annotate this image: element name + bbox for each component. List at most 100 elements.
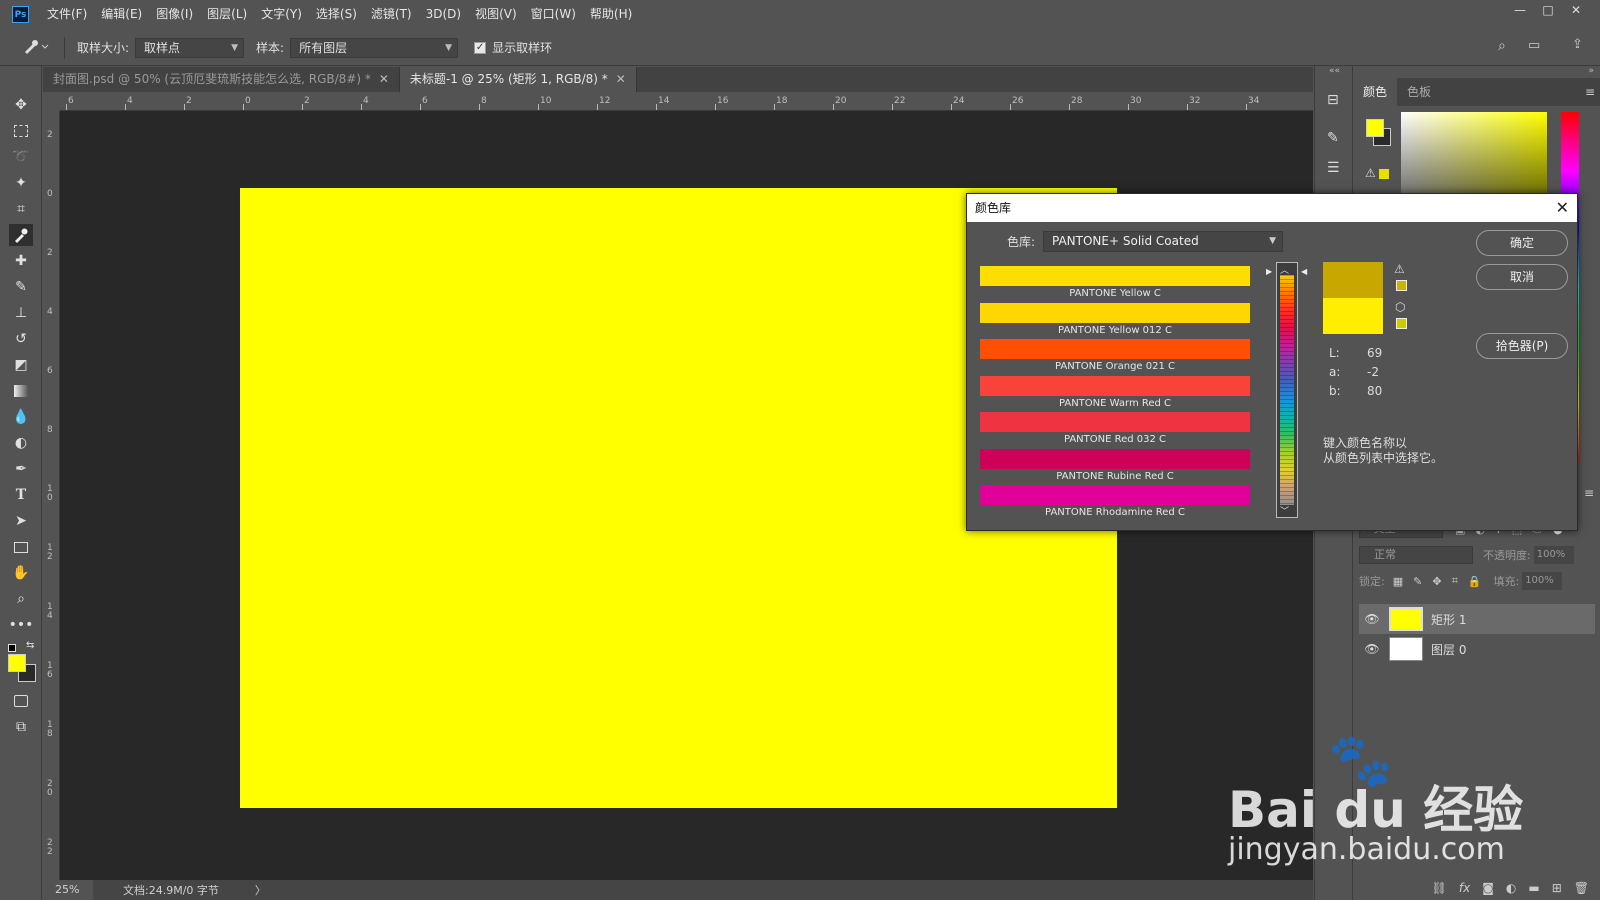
new-group-icon[interactable]: ▬ (1528, 881, 1539, 895)
healing-brush-tool-icon[interactable]: ✚ (9, 250, 33, 272)
close-button[interactable]: ✕ (1562, 0, 1590, 20)
crop-tool-icon[interactable]: ⌗ (9, 198, 33, 220)
expand-icon[interactable]: » (1588, 66, 1594, 76)
brush-settings-icon[interactable]: ✎ (1327, 130, 1339, 146)
color-spectrum-slider[interactable]: ︿ ﹀ (1276, 262, 1298, 518)
sample-select[interactable]: 所有图层 ▼ (290, 37, 459, 58)
swatch-color-bar[interactable] (980, 412, 1250, 432)
tab-swatches[interactable]: 色板 (1397, 78, 1441, 106)
delete-layer-icon[interactable]: 🗑 (1574, 881, 1589, 895)
gradient-tool-icon[interactable] (9, 380, 33, 402)
show-ring-checkbox[interactable]: ✓ (474, 41, 487, 54)
menu-select[interactable]: 选择(S) (309, 0, 364, 28)
panel-menu-icon[interactable]: ≡ (1585, 78, 1595, 106)
menu-help[interactable]: 帮助(H) (583, 0, 639, 28)
chevron-right-icon[interactable]: 〉 (255, 882, 266, 898)
screen-mode-icon[interactable]: ⧉ (9, 716, 33, 738)
marquee-tool-icon[interactable] (9, 120, 33, 142)
menu-filter[interactable]: 滤镜(T) (364, 0, 419, 28)
vertical-ruler[interactable]: 2 0 2 4 6 8 1 0 1 2 1 4 1 6 1 8 2 0 2 2 (43, 111, 60, 888)
history-panel-icon[interactable]: ⊟ (1327, 92, 1339, 108)
menu-window[interactable]: 窗口(W) (524, 0, 583, 28)
adjustment-layer-icon[interactable]: ◐ (1506, 881, 1516, 895)
blend-mode-select[interactable]: 正常 (1359, 546, 1473, 564)
fill-value[interactable]: 100% (1522, 572, 1563, 590)
swap-colors-icon[interactable]: ⇆ (26, 640, 34, 651)
layer-row-rectangle-1[interactable]: 👁 矩形 1 (1359, 604, 1595, 634)
scroll-down-icon[interactable]: ﹀ (1280, 504, 1289, 517)
magic-wand-tool-icon[interactable]: ✦ (9, 172, 33, 194)
gamut-fix-swatch[interactable] (1396, 280, 1407, 291)
rectangle-tool-icon[interactable] (9, 536, 33, 558)
path-selection-tool-icon[interactable]: ➤ (9, 510, 33, 532)
type-tool-icon[interactable]: T (9, 484, 33, 506)
history-brush-tool-icon[interactable]: ↺ (9, 328, 33, 350)
tab-color[interactable]: 颜色 (1353, 78, 1398, 106)
zoom-level[interactable]: 25% (43, 880, 93, 900)
menu-edit[interactable]: 编辑(E) (94, 0, 149, 28)
lock-position-icon[interactable]: ✥ (1432, 575, 1441, 588)
search-icon[interactable]: ⌕ (1498, 38, 1506, 54)
lock-artboard-icon[interactable]: ⌗ (1452, 574, 1458, 588)
stamp-tool-icon[interactable]: ⊥ (9, 302, 33, 324)
maximize-button[interactable]: □ (1534, 0, 1562, 20)
swatch-color-bar[interactable] (980, 266, 1250, 286)
close-icon[interactable]: ✕ (1556, 194, 1569, 222)
hand-tool-icon[interactable]: ✋ (9, 562, 33, 584)
layers-panel-menu-icon[interactable]: ≡ (1584, 486, 1594, 500)
more-tools-icon[interactable]: ••• (9, 614, 34, 636)
collapse-icon[interactable]: «« (1329, 66, 1340, 76)
layer-row-layer-0[interactable]: 👁 图层 0 (1359, 634, 1595, 664)
library-select[interactable]: PANTONE+ Solid Coated ▼ (1043, 231, 1283, 252)
eyedropper-preset-icon[interactable] (22, 38, 58, 58)
swatch-color-bar[interactable] (980, 375, 1250, 396)
cancel-button[interactable]: 取消 (1476, 264, 1568, 290)
eraser-tool-icon[interactable]: ◩ (9, 354, 33, 376)
add-mask-icon[interactable]: ◙ (1482, 881, 1494, 895)
tab-cover-psd[interactable]: 封面图.psd @ 50% (云顶厄斐琉斯技能怎么选, RGB/8#) * ✕ (43, 67, 400, 92)
adjustments-icon[interactable]: ☰ (1327, 160, 1340, 176)
gamut-warning-icon[interactable]: ⚠ (1365, 166, 1376, 180)
menu-file[interactable]: 文件(F) (40, 0, 94, 28)
zoom-tool-icon[interactable]: ⌕ (9, 588, 33, 610)
share-icon[interactable]: ⇪ (1572, 37, 1583, 52)
pen-tool-icon[interactable]: ✒ (9, 458, 33, 480)
swatch-color-bar[interactable] (980, 485, 1250, 505)
blur-tool-icon[interactable]: 💧 (9, 406, 33, 428)
workspace-icon[interactable]: ▭ (1528, 38, 1540, 53)
menu-type[interactable]: 文字(Y) (254, 0, 309, 28)
lock-all-icon[interactable]: 🔒 (1468, 575, 1482, 588)
menu-3d[interactable]: 3D(D) (419, 0, 468, 28)
ok-button[interactable]: 确定 (1476, 230, 1568, 256)
web-safe-swatch[interactable] (1396, 318, 1407, 329)
menu-image[interactable]: 图像(I) (149, 0, 200, 28)
opacity-value[interactable]: 100% (1533, 546, 1574, 564)
lock-paint-icon[interactable]: ✎ (1413, 575, 1422, 588)
lock-pixels-icon[interactable]: ▦ (1393, 575, 1403, 588)
swatch-color-bar[interactable] (980, 448, 1250, 469)
fx-icon[interactable]: fx (1459, 881, 1470, 895)
quick-mask-icon[interactable] (9, 690, 33, 712)
swatch-color-bar[interactable] (980, 302, 1250, 323)
dodge-tool-icon[interactable]: ◐ (9, 432, 33, 454)
photoshop-logo[interactable]: Ps (12, 6, 29, 23)
web-safe-icon[interactable]: ⬡ (1395, 300, 1405, 314)
brush-tool-icon[interactable]: ✎ (9, 276, 33, 298)
move-tool-icon[interactable]: ✥ (9, 94, 33, 116)
close-icon[interactable]: ✕ (616, 72, 626, 86)
close-icon[interactable]: ✕ (379, 72, 389, 86)
menu-view[interactable]: 视图(V) (468, 0, 524, 28)
horizontal-ruler[interactable]: 6 4 2 0 2 4 6 8 10 12 14 16 18 20 22 24 26 28 30 32 34 (60, 93, 1313, 111)
tab-untitled-1[interactable]: 未标题-1 @ 25% (矩形 1, RGB/8) * ✕ (399, 67, 637, 92)
lasso-tool-icon[interactable]: ➰ (9, 146, 33, 168)
new-layer-icon[interactable]: ⊞ (1552, 881, 1562, 895)
visibility-eye-icon[interactable]: 👁 (1359, 612, 1385, 626)
minimize-button[interactable]: — (1506, 0, 1534, 20)
default-colors-icon[interactable] (8, 644, 16, 652)
swatch-color-bar[interactable] (980, 339, 1250, 359)
sample-size-select[interactable]: 取样点 ▼ (135, 37, 245, 58)
foreground-color-swatch[interactable] (8, 654, 26, 672)
link-layers-icon[interactable]: ⛓ (1432, 881, 1447, 895)
eyedropper-tool-icon[interactable] (9, 224, 33, 246)
color-picker-button[interactable]: 拾色器(P) (1476, 333, 1568, 359)
